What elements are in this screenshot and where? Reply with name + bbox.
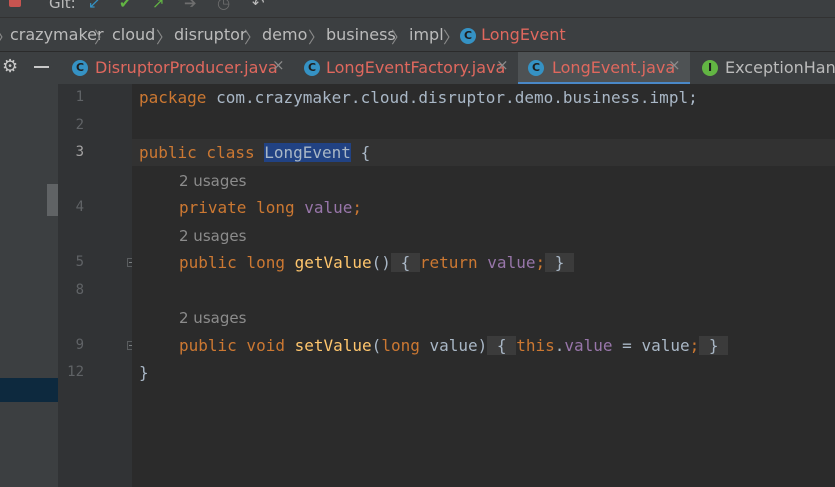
breadcrumb-separator: 〉	[391, 28, 408, 47]
code-line-9: public void setValue(long value) { this.…	[179, 336, 729, 355]
usages-hint[interactable]: 2 usages	[179, 227, 246, 245]
breadcrumb-item-impl[interactable]: impl	[409, 25, 444, 44]
scrollbar-thumb[interactable]	[47, 184, 58, 216]
line-number: 2	[75, 117, 84, 133]
update-project-icon[interactable]: ↙	[88, 0, 101, 12]
code-line-4: private long value;	[179, 198, 363, 217]
tab-label: LongEventFactory.java	[326, 58, 506, 77]
selected-tree-row[interactable]	[0, 378, 58, 402]
code-line-1: package com.crazymaker.cloud.disruptor.d…	[139, 88, 698, 107]
breadcrumb-item-crazymaker[interactable]: crazymaker	[10, 25, 104, 44]
breadcrumb-separator: 〉	[308, 28, 325, 47]
tab-long-event-factory[interactable]: C LongEventFactory.java ×	[296, 52, 514, 84]
revert-icon[interactable]: ↶	[252, 0, 265, 12]
line-number-current: 3	[75, 144, 84, 160]
close-icon[interactable]: ×	[496, 56, 509, 74]
line-number: 8	[75, 282, 84, 298]
breadcrumb-item-demo[interactable]: demo	[262, 25, 307, 44]
usages-hint[interactable]: 2 usages	[179, 172, 246, 190]
git-label: Git:	[49, 0, 76, 12]
breadcrumb: 〉 crazymaker 〉 cloud 〉 disruptor 〉 demo …	[0, 17, 835, 52]
class-icon: C	[304, 60, 320, 76]
close-icon[interactable]: ×	[272, 56, 285, 74]
class-icon: C	[460, 28, 476, 44]
gear-icon[interactable]: ⚙	[2, 56, 18, 77]
line-number: 9	[75, 337, 84, 353]
history-icon[interactable]: ➔	[184, 0, 197, 12]
breadcrumb-separator: 〉	[156, 28, 173, 47]
interface-icon: I	[702, 60, 718, 76]
tab-label: DisruptorProducer.java	[95, 58, 278, 77]
project-panel-strip	[0, 84, 58, 487]
breadcrumb-current-label: LongEvent	[481, 25, 566, 44]
usages-hint[interactable]: 2 usages	[179, 309, 246, 327]
breadcrumb-separator: 〉	[244, 28, 261, 47]
tab-exception-handler[interactable]: I ExceptionHand	[694, 52, 835, 84]
line-number: 12	[67, 364, 84, 380]
stop-icon[interactable]	[9, 0, 21, 7]
tab-label: LongEvent.java	[552, 58, 676, 77]
minimize-icon[interactable]	[34, 66, 49, 68]
breadcrumb-item-disruptor[interactable]: disruptor	[174, 25, 246, 44]
class-icon: C	[528, 60, 544, 76]
breadcrumb-item-business[interactable]: business	[326, 25, 396, 44]
editor-tab-bar: ⚙ C DisruptorProducer.java × C LongEvent…	[0, 51, 835, 85]
code-line-3: public class LongEvent {	[139, 143, 371, 162]
breadcrumb-separator: 〉	[443, 28, 460, 47]
breadcrumb-item-cloud[interactable]: cloud	[112, 25, 155, 44]
line-number: 1	[75, 89, 84, 105]
top-toolbar: Git: ↙ ✔ ↗ ➔ ◷ ↶	[0, 0, 835, 17]
code-line-12: }	[139, 363, 149, 382]
breadcrumb-separator: 〉	[94, 28, 111, 47]
clock-icon[interactable]: ◷	[217, 0, 230, 12]
tab-long-event[interactable]: C LongEvent.java ×	[518, 52, 690, 85]
breadcrumb-item-current[interactable]: C LongEvent	[460, 25, 566, 44]
commit-icon[interactable]: ✔	[119, 0, 132, 12]
tab-label: ExceptionHand	[725, 58, 835, 77]
tab-disruptor-producer[interactable]: C DisruptorProducer.java ×	[64, 52, 290, 84]
line-number: 4	[75, 199, 84, 215]
line-number: 5	[75, 254, 84, 270]
push-icon[interactable]: ↗	[152, 0, 165, 12]
close-icon[interactable]: ×	[668, 56, 681, 74]
class-icon: C	[72, 60, 88, 76]
code-line-5: public long getValue() { return value; }	[179, 253, 575, 272]
selected-identifier: LongEvent	[264, 143, 351, 162]
